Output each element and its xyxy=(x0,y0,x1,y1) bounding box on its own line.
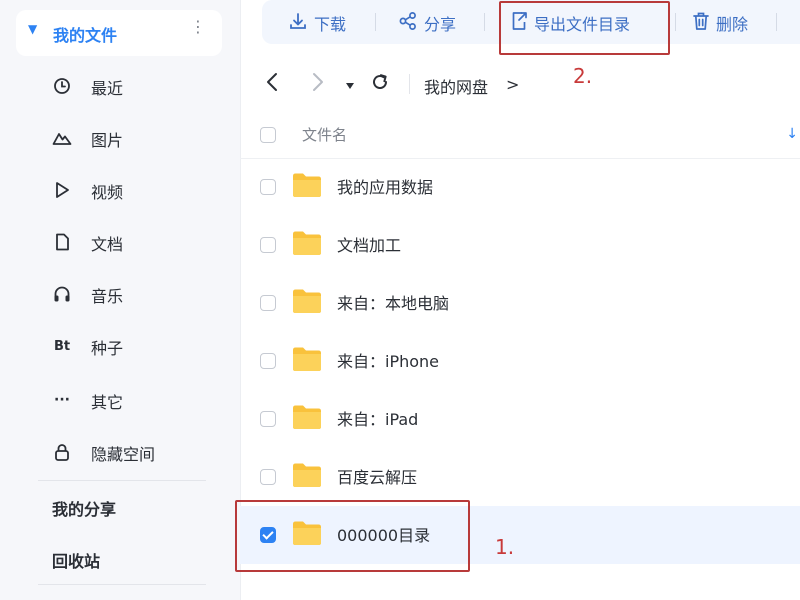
sidebar-item-label: 视频 xyxy=(91,183,124,202)
row-checkbox[interactable] xyxy=(260,469,276,485)
sidebar-recycle-bin[interactable]: 回收站 xyxy=(52,548,100,572)
mountain-icon xyxy=(52,128,72,148)
toolbar-separator xyxy=(675,13,676,31)
file-row[interactable]: 我的应用数据 xyxy=(240,158,800,216)
folder-icon xyxy=(292,404,322,430)
file-name[interactable]: 百度云解压 xyxy=(337,464,417,488)
sidebar-my-files[interactable]: ▼ 我的文件 ⋮ xyxy=(16,10,222,56)
download-icon xyxy=(288,11,308,35)
select-all-checkbox[interactable] xyxy=(260,127,276,143)
file-row[interactable]: 来自：iPhone xyxy=(240,332,800,390)
download-button[interactable]: 下载 xyxy=(288,10,346,36)
sidebar-item-recent[interactable]: 最近 xyxy=(40,66,220,106)
file-name[interactable]: 来自：本地电脑 xyxy=(337,290,449,314)
folder-icon xyxy=(292,230,322,256)
folder-icon xyxy=(292,172,322,198)
forward-button[interactable] xyxy=(306,72,330,96)
file-name[interactable]: 来自：iPad xyxy=(337,406,418,430)
sidebar-my-files-label: 我的文件 xyxy=(53,26,118,45)
caret-down-icon: ▼ xyxy=(28,22,38,36)
sidebar-item-label: 最近 xyxy=(91,79,124,98)
annotation-step-1: 1. xyxy=(495,535,515,559)
sidebar-divider xyxy=(38,480,206,481)
file-row[interactable]: 来自：本地电脑 xyxy=(240,274,800,332)
delete-button[interactable]: 删除 xyxy=(692,10,748,36)
annotation-box-selected-row xyxy=(235,500,470,572)
sidebar-item-label: 文档 xyxy=(91,235,124,254)
toolbar-separator xyxy=(375,13,376,31)
sidebar-item-label: 种子 xyxy=(91,339,124,358)
column-header-filename[interactable]: 文件名 xyxy=(302,124,347,145)
sidebar-item-label: 图片 xyxy=(91,131,124,150)
navigation-bar: 我的网盘 > xyxy=(260,66,800,102)
sidebar-item-label: 其它 xyxy=(91,393,124,412)
headphones-icon xyxy=(52,284,72,304)
share-label: 分享 xyxy=(424,15,457,34)
file-list-header: 文件名 ↓ xyxy=(240,112,800,159)
play-icon xyxy=(52,180,72,200)
sidebar-item-music[interactable]: 音乐 xyxy=(40,274,220,314)
sidebar-item-hidden-space[interactable]: 隐藏空间 xyxy=(40,432,220,472)
file-name[interactable]: 文档加工 xyxy=(337,232,401,256)
clock-icon xyxy=(52,76,72,96)
sidebar-my-share[interactable]: 我的分享 xyxy=(52,496,116,520)
breadcrumb-chevron-icon[interactable]: > xyxy=(506,75,519,94)
row-checkbox[interactable] xyxy=(260,295,276,311)
lock-icon xyxy=(52,442,72,462)
trash-icon xyxy=(692,11,710,35)
share-icon xyxy=(398,11,418,35)
delete-label: 删除 xyxy=(716,15,749,34)
chevron-left-icon xyxy=(265,72,279,96)
back-button[interactable] xyxy=(260,72,284,96)
sidebar-item-other[interactable]: ··· 其它 xyxy=(40,380,220,420)
file-row[interactable]: 百度云解压 xyxy=(240,448,800,506)
sidebar-item-videos[interactable]: 视频 xyxy=(40,170,220,210)
row-checkbox[interactable] xyxy=(260,237,276,253)
refresh-button[interactable] xyxy=(368,72,392,96)
folder-icon xyxy=(292,346,322,372)
file-name[interactable]: 来自：iPhone xyxy=(337,348,439,372)
row-checkbox[interactable] xyxy=(260,411,276,427)
row-checkbox[interactable] xyxy=(260,179,276,195)
file-row[interactable]: 来自：iPad xyxy=(240,390,800,448)
sidebar: ▼ 我的文件 ⋮ 最近 图片 视频 文档 音乐 Bt 种子 ··· 其它 隐藏空… xyxy=(0,0,241,600)
file-row[interactable]: 文档加工 xyxy=(240,216,800,274)
history-dropdown-button[interactable] xyxy=(338,72,362,96)
sidebar-divider xyxy=(38,584,206,585)
toolbar-separator xyxy=(776,13,777,31)
caret-down-icon xyxy=(345,75,355,94)
sidebar-item-images[interactable]: 图片 xyxy=(40,118,220,158)
sidebar-item-label: 隐藏空间 xyxy=(91,445,156,464)
toolbar-separator xyxy=(484,13,485,31)
annotation-box-export xyxy=(499,1,670,55)
chevron-right-icon xyxy=(311,72,325,96)
bt-icon: Bt xyxy=(53,338,71,354)
share-button[interactable]: 分享 xyxy=(398,10,456,36)
sidebar-item-torrents[interactable]: Bt 种子 xyxy=(40,326,220,366)
folder-icon xyxy=(292,462,322,488)
sort-arrow-icon[interactable]: ↓ xyxy=(786,126,798,142)
more-vertical-icon[interactable]: ⋮ xyxy=(190,19,206,35)
sidebar-item-label: 音乐 xyxy=(91,287,124,306)
row-checkbox[interactable] xyxy=(260,353,276,369)
document-icon xyxy=(52,232,72,252)
breadcrumb-root[interactable]: 我的网盘 xyxy=(424,74,488,98)
download-label: 下载 xyxy=(314,15,347,34)
sidebar-item-documents[interactable]: 文档 xyxy=(40,222,220,262)
nav-separator xyxy=(409,74,410,94)
ellipsis-icon: ··· xyxy=(54,392,70,408)
file-name[interactable]: 我的应用数据 xyxy=(337,174,433,198)
refresh-icon xyxy=(371,73,389,95)
folder-icon xyxy=(292,288,322,314)
